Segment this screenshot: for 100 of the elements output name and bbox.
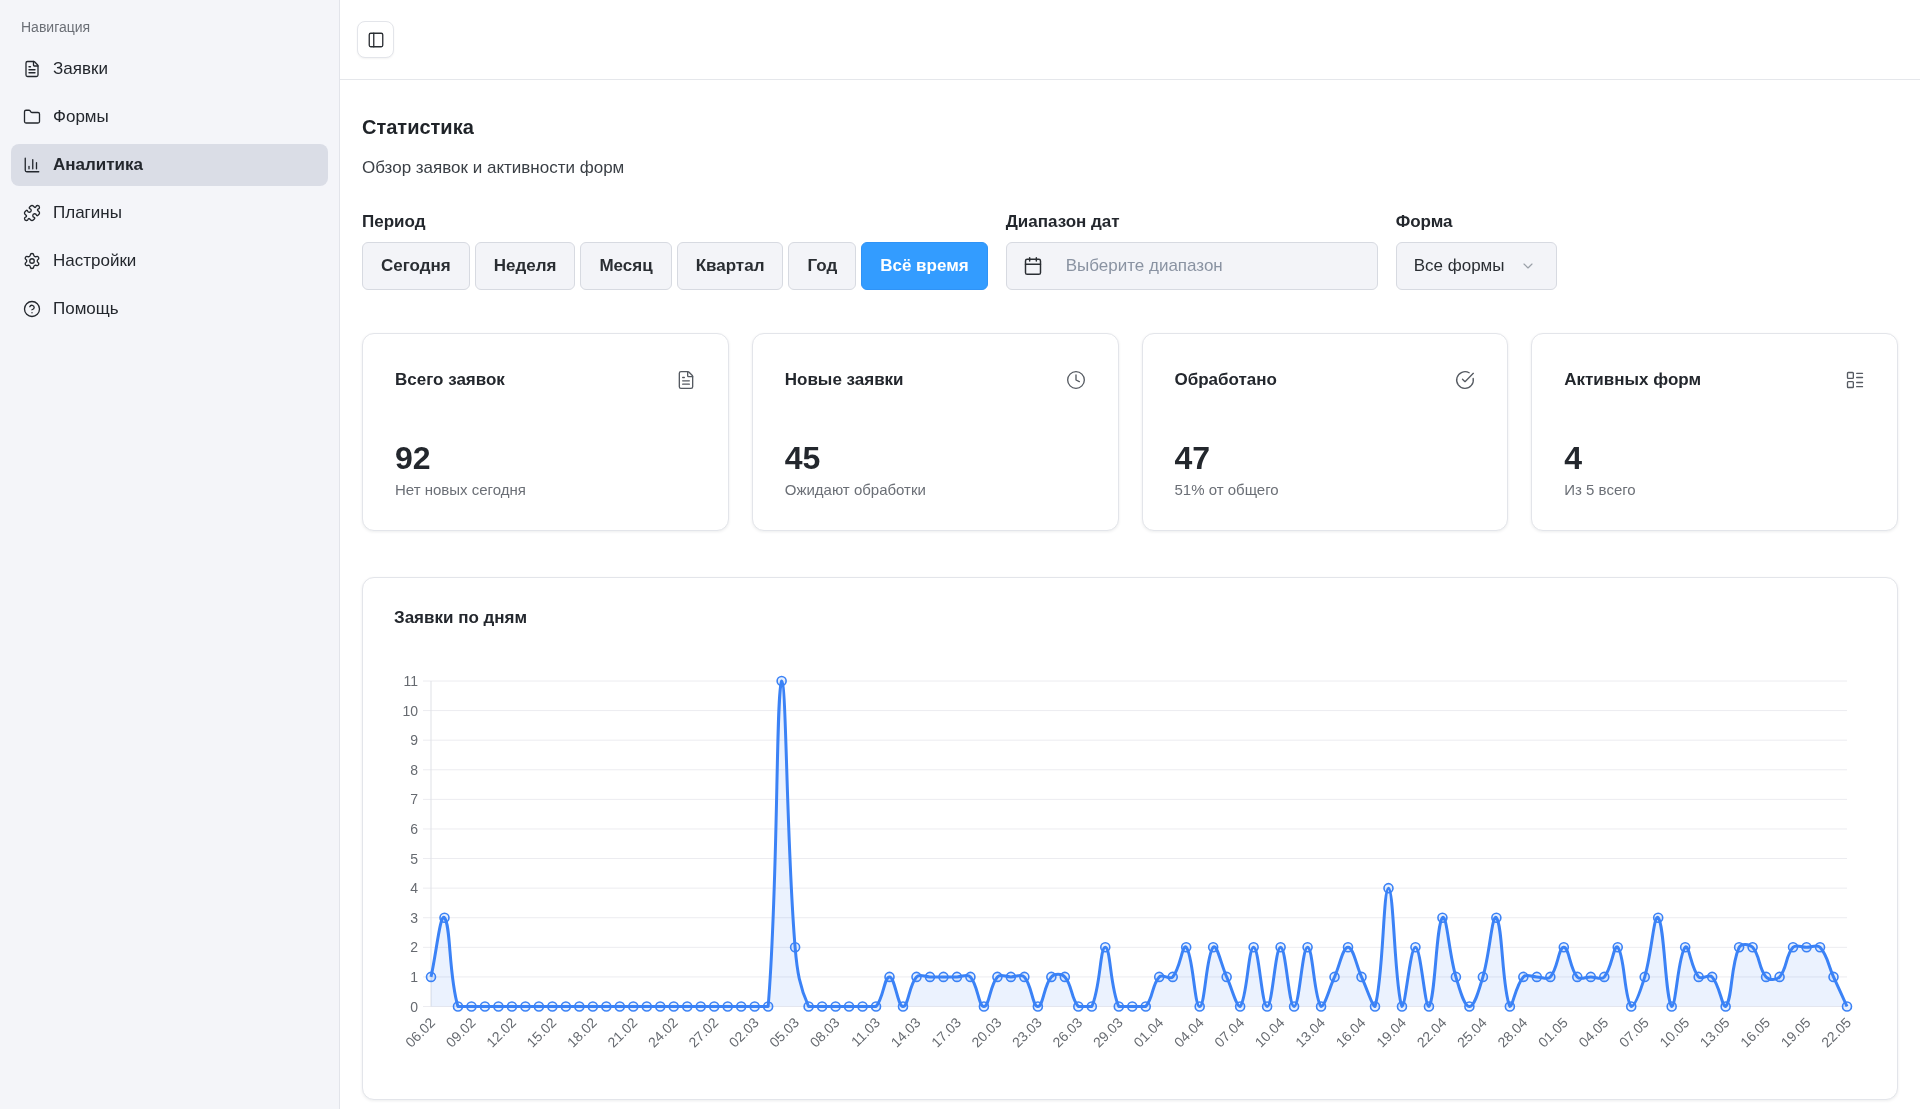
data-point [843,1001,855,1012]
y-axis-label: 4 [410,880,418,897]
period-button[interactable]: Год [788,242,857,290]
period-button[interactable]: Неделя [474,242,576,290]
data-point [506,1001,518,1012]
data-point [1450,971,1462,983]
data-point [1720,1001,1731,1012]
y-axis-label: 10 [402,702,418,719]
stat-title: Активных форм [1564,369,1701,391]
stat-value: 4 [1564,440,1583,476]
data-point [1329,971,1340,983]
data-point [1059,971,1071,983]
data-point [1787,942,1799,953]
data-point [1760,971,1772,983]
data-point [614,1001,626,1012]
data-point [1585,971,1597,983]
data-point [1383,882,1394,894]
data-point [547,1001,558,1012]
stat-value: 92 [395,440,431,476]
data-point [1140,1001,1152,1012]
period-button[interactable]: Квартал [676,242,784,290]
form-select[interactable]: Все формы [1395,242,1557,290]
data-point [1288,1001,1300,1012]
data-point [1207,942,1219,953]
period-button[interactable]: Месяц [580,242,672,290]
data-point [695,1001,706,1012]
list-layout-icon [1845,370,1865,390]
data-point [520,1001,531,1012]
data-point [1814,942,1826,953]
data-point [1275,942,1286,953]
data-point [735,1001,747,1012]
page-subtitle: Обзор заявок и активности форм [362,157,625,179]
data-point [1180,942,1192,953]
data-point [601,1001,612,1012]
data-point [1437,912,1448,924]
y-axis-label: 3 [410,909,418,926]
y-axis-label: 1 [410,968,418,985]
data-point [830,1001,841,1012]
data-point [1221,971,1232,983]
sidebar-item[interactable]: Формы [11,96,328,138]
data-point [749,1001,760,1012]
data-point [965,971,976,983]
data-point [1100,942,1111,953]
data-point [452,1001,464,1012]
stat-title: Всего заявок [395,369,505,391]
data-point [587,1001,599,1012]
check-circle-icon [1455,370,1476,390]
filter-label: Форма [1395,211,1453,233]
data-point [911,971,922,983]
data-point [1598,971,1610,983]
chart-title: Заявки по дням [394,607,528,629]
data-point [722,1001,733,1012]
data-point [857,1001,868,1012]
data-point [1693,971,1704,983]
data-point [668,1001,680,1012]
data-point [1504,1001,1516,1012]
page-title: Статистика [362,115,474,139]
date-range-field[interactable]: Выберите диапазон [1005,242,1378,290]
data-point [816,1001,828,1012]
sidebar-toggle-button[interactable] [357,21,394,58]
puzzle-icon [23,204,41,222]
data-point [1572,971,1583,983]
y-axis-label: 9 [410,732,418,749]
document-icon [23,60,41,78]
data-point [533,1001,545,1012]
sidebar-item[interactable]: Помощь [11,288,328,330]
data-point [992,971,1003,983]
data-point [1477,971,1489,983]
data-point [1774,971,1785,983]
data-point [1666,1001,1677,1012]
data-point [870,1001,882,1012]
data-point [1153,971,1165,983]
filter-label: Период [362,211,426,233]
data-point [493,1001,504,1012]
data-point [1733,942,1745,953]
data-point [1046,971,1057,983]
data-point [1679,942,1691,953]
data-point [1248,942,1259,953]
sidebar-item[interactable]: Аналитика [11,144,328,186]
data-point [628,1001,639,1012]
data-point [1639,971,1650,983]
data-point [1491,912,1502,924]
stat-title: Новые заявки [784,369,904,391]
data-point [1315,1001,1327,1012]
y-axis-label: 5 [410,850,418,867]
data-point [1464,1001,1475,1012]
stat-note: Из 5 всего [1564,480,1636,500]
data-point [1302,942,1313,953]
sidebar-item[interactable]: Плагины [11,192,328,234]
data-point [439,912,450,924]
data-point [574,1001,585,1012]
sidebar-item[interactable]: Заявки [11,48,328,90]
stat-note: 51% от общего [1174,480,1279,500]
stat-note: Нет новых сегодня [395,480,526,500]
y-axis-label: 8 [410,761,418,778]
data-point [978,1001,990,1012]
data-point [1073,1001,1084,1012]
data-point [1356,971,1367,983]
sidebar-item[interactable]: Настройки [11,240,328,282]
period-button[interactable]: Сегодня [362,242,470,290]
